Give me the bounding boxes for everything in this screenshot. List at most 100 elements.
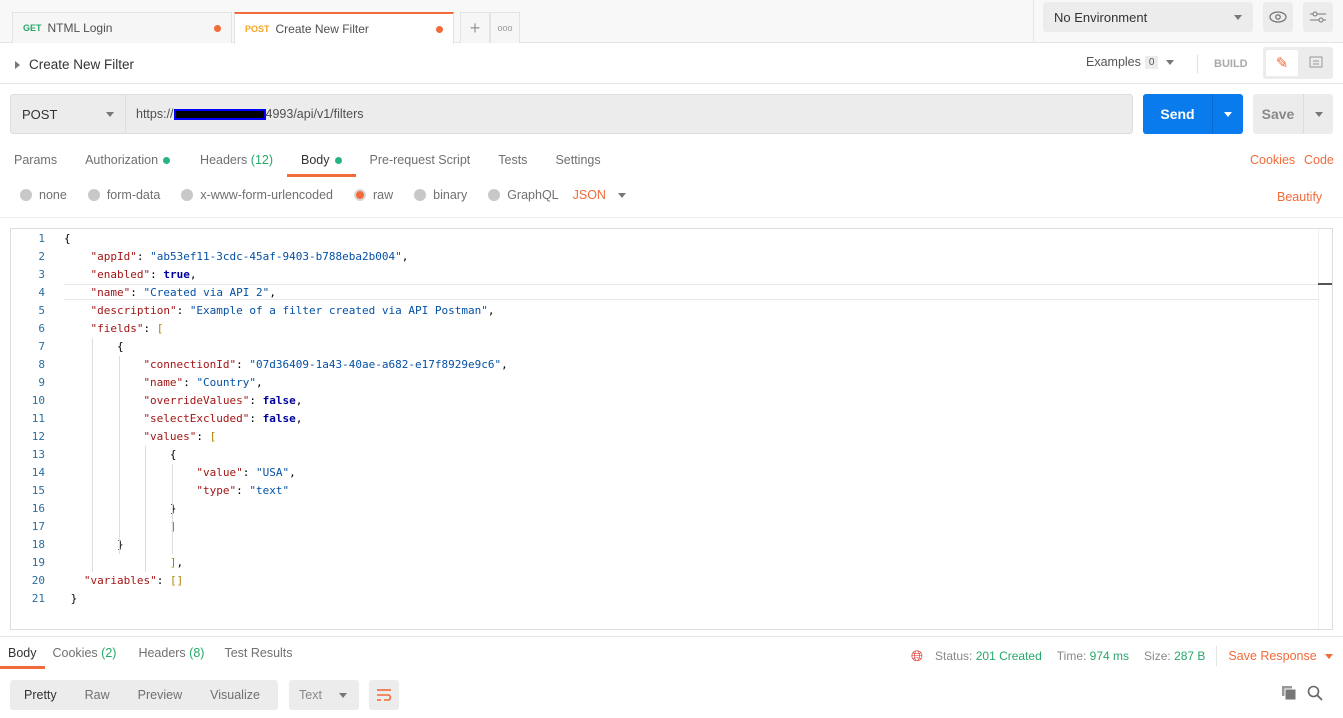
chevron-down-icon <box>1314 111 1323 117</box>
radio-none[interactable]: none <box>20 188 67 202</box>
chevron-down-icon <box>339 692 347 698</box>
examples-label: Examples <box>1086 55 1141 69</box>
caret-right-icon <box>15 60 20 69</box>
save-response-button[interactable]: Save Response <box>1228 649 1333 663</box>
url-input[interactable]: https:// 4993/api/v1/filters <box>125 94 1133 134</box>
json-bracket: [ <box>209 430 217 443</box>
code-line: "selectExcluded": false, <box>143 410 302 428</box>
line-number: 1 <box>38 232 45 245</box>
response-tabs: Body Cookies (2) Headers (8) Test Result… <box>0 640 301 669</box>
tab-body[interactable]: Body <box>287 148 356 177</box>
divider <box>1197 55 1198 73</box>
tab-params[interactable]: Params <box>0 148 71 177</box>
code-link[interactable]: Code <box>1304 153 1334 167</box>
comment-icon[interactable] <box>1302 50 1330 76</box>
build-mode-label: BUILD <box>1214 58 1248 70</box>
json-punctuation: , <box>295 412 303 425</box>
json-key: "appId" <box>90 250 137 263</box>
json-key: "values" <box>143 430 197 443</box>
code-line: "values": [ <box>143 428 216 446</box>
json-punctuation: , <box>289 466 296 479</box>
request-tabs: Params Authorization Headers (12) Body P… <box>0 148 615 178</box>
json-punctuation: , <box>295 394 303 407</box>
code-line: ] <box>170 518 177 536</box>
radio-form-data[interactable]: form-data <box>87 188 160 202</box>
search-icon[interactable] <box>1307 685 1323 701</box>
line-number: 18 <box>31 538 45 551</box>
json-literal: true <box>163 268 190 281</box>
code-line: } <box>117 536 124 554</box>
divider <box>0 217 1343 218</box>
code-line: "value": "USA", <box>196 464 295 482</box>
tab-method: GET <box>23 23 42 33</box>
send-button[interactable]: Send <box>1143 94 1243 134</box>
json-punctuation: : <box>183 376 197 389</box>
body-format-select[interactable]: JSON <box>573 188 626 202</box>
editor-scrollbar[interactable] <box>1318 229 1332 629</box>
radio-label: raw <box>373 188 394 202</box>
tab-authorization[interactable]: Authorization <box>71 148 184 177</box>
more-tabs-icon[interactable]: ooo <box>490 12 520 43</box>
view-pretty[interactable]: Pretty <box>10 688 71 702</box>
save-options-dropdown[interactable] <box>1303 94 1333 134</box>
save-button[interactable]: Save <box>1253 94 1333 134</box>
radio-binary[interactable]: binary <box>414 188 467 202</box>
code-line: "type": "text" <box>196 482 289 500</box>
tab-label: Params <box>14 153 58 167</box>
radio-graphql[interactable]: GraphQL <box>488 188 559 202</box>
settings-sliders-icon[interactable] <box>1303 2 1333 32</box>
globe-warning-icon[interactable]: 🌐︎ <box>911 648 923 665</box>
view-raw[interactable]: Raw <box>71 688 124 702</box>
response-tab-body[interactable]: Body <box>0 640 45 669</box>
divider <box>0 636 1343 637</box>
tab-pre-request-script[interactable]: Pre-request Script <box>356 148 485 177</box>
copy-icon[interactable] <box>1282 686 1297 701</box>
new-tab-plus-icon[interactable]: + <box>460 12 490 43</box>
tab-ntml-login[interactable]: GET NTML Login <box>12 12 232 43</box>
tab-label: Pre-request Script <box>369 153 471 167</box>
response-tab-headers[interactable]: Headers (8) <box>124 640 212 669</box>
tab-headers[interactable]: Headers (12) <box>184 148 287 177</box>
json-key: "fields" <box>90 322 144 335</box>
method-select[interactable]: POST <box>10 94 126 134</box>
json-punctuation: : <box>156 574 170 587</box>
json-key: "value" <box>196 466 243 479</box>
json-key: "name" <box>143 376 184 389</box>
response-tab-cookies[interactable]: Cookies (2) <box>45 640 125 669</box>
tab-create-new-filter[interactable]: POST Create New Filter <box>234 12 454 44</box>
line-number: 7 <box>38 340 45 353</box>
line-number: 16 <box>31 502 45 515</box>
environment-select[interactable]: No Environment <box>1043 2 1253 32</box>
radio-x-www-form-urlencoded[interactable]: x-www-form-urlencoded <box>181 188 333 202</box>
radio-icon <box>87 189 100 201</box>
examples-dropdown[interactable]: Examples 0 <box>1086 55 1175 69</box>
radio-raw[interactable]: raw <box>354 188 393 202</box>
examples-count: 0 <box>1144 55 1159 69</box>
request-title[interactable]: Create New Filter <box>15 57 134 72</box>
code-line: } <box>170 500 177 518</box>
radio-label: binary <box>433 188 468 202</box>
tab-settings[interactable]: Settings <box>541 148 614 177</box>
chevron-down-icon <box>106 111 114 117</box>
view-preview[interactable]: Preview <box>124 688 196 702</box>
json-bracket: ] <box>169 556 177 569</box>
code-editor[interactable]: 1 2 3 4 5 6 7 8 9 10 11 12 13 14 15 16 17 18 19 20 21 {"appI… <box>10 228 1333 630</box>
url-prefix: https:// <box>136 107 174 121</box>
eye-icon[interactable] <box>1263 2 1293 32</box>
json-punctuation: : <box>196 430 210 443</box>
edit-pencil-icon[interactable]: ✎ <box>1266 50 1298 76</box>
response-format-select[interactable]: Text <box>289 680 359 710</box>
beautify-link[interactable]: Beautify <box>1277 190 1322 204</box>
indent-guide <box>171 464 173 554</box>
tab-method: POST <box>245 24 270 34</box>
json-punctuation: , <box>256 376 263 389</box>
line-number: 6 <box>38 322 45 335</box>
json-punctuation: : <box>130 286 144 299</box>
wrap-lines-icon[interactable] <box>369 680 399 710</box>
tab-tests[interactable]: Tests <box>484 148 541 177</box>
cookies-link[interactable]: Cookies <box>1250 153 1295 167</box>
json-string: "Example of a filter created via API Pos… <box>189 304 488 317</box>
send-options-dropdown[interactable] <box>1212 94 1243 134</box>
view-visualize[interactable]: Visualize <box>196 688 274 702</box>
response-tab-test-results[interactable]: Test Results <box>212 640 300 669</box>
